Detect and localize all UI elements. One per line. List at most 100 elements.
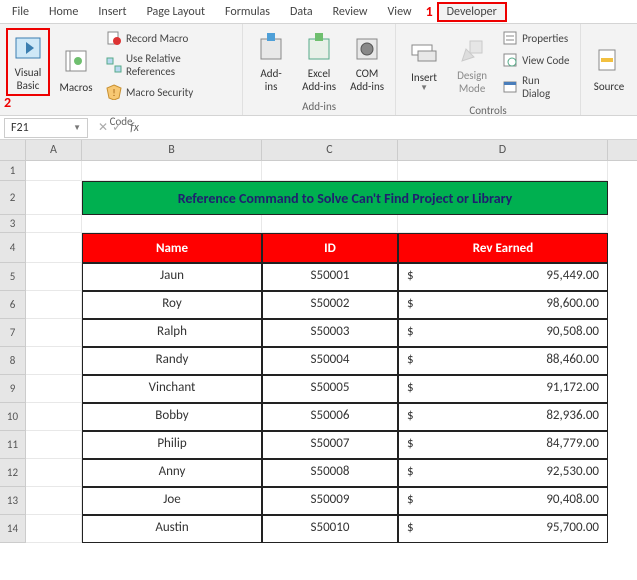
tab-view[interactable]: View [378,2,422,22]
cell-name[interactable]: Bobby [82,403,262,431]
cell-name[interactable]: Ralph [82,319,262,347]
cell[interactable] [26,263,82,291]
row-header[interactable]: 1 [0,161,26,181]
cell[interactable] [26,515,82,543]
cell[interactable] [26,375,82,403]
row-header[interactable]: 13 [0,487,26,515]
cell[interactable] [398,161,608,181]
column-header-B[interactable]: B [82,140,262,160]
cell-rev[interactable]: $82,936.00 [398,403,608,431]
cell[interactable] [26,347,82,375]
source-button[interactable]: Source [587,28,631,111]
tab-review[interactable]: Review [323,2,378,22]
cell-name[interactable]: Anny [82,459,262,487]
cell[interactable] [26,291,82,319]
tab-data[interactable]: Data [280,2,323,22]
cell[interactable] [398,215,608,233]
excel-addins-button[interactable]: Excel Add-ins [297,28,341,98]
cell-rev[interactable]: $88,460.00 [398,347,608,375]
cell-id[interactable]: S50007 [262,431,398,459]
row-header[interactable]: 4 [0,233,26,263]
cell[interactable] [82,215,262,233]
row-header[interactable]: 7 [0,319,26,347]
tab-home[interactable]: Home [39,2,88,22]
com-addins-button[interactable]: COM Add-ins [345,28,389,98]
row-header[interactable]: 14 [0,515,26,543]
cell[interactable] [26,487,82,515]
cell[interactable] [262,215,398,233]
cell[interactable] [82,161,262,181]
run-dialog-button[interactable]: Run Dialog [498,72,574,102]
cell-id[interactable]: S50004 [262,347,398,375]
enter-icon[interactable]: ✓ [112,120,122,135]
formula-input[interactable] [149,118,637,137]
row-header[interactable]: 11 [0,431,26,459]
cell[interactable] [26,403,82,431]
row-header[interactable]: 5 [0,263,26,291]
row-header[interactable]: 2 [0,181,26,215]
cell[interactable] [26,459,82,487]
name-box[interactable]: F21 ▼ [4,118,88,138]
cell[interactable] [26,431,82,459]
cell-id[interactable]: S50008 [262,459,398,487]
column-header-A[interactable]: A [26,140,82,160]
cell[interactable] [26,181,82,215]
chevron-down-icon[interactable]: ▼ [73,123,81,133]
cell-rev[interactable]: $90,408.00 [398,487,608,515]
cell[interactable] [262,161,398,181]
cell-name[interactable]: Philip [82,431,262,459]
tab-page-layout[interactable]: Page Layout [137,2,215,22]
row-header[interactable]: 12 [0,459,26,487]
row-header[interactable]: 6 [0,291,26,319]
cell-id[interactable]: S50005 [262,375,398,403]
fx-icon[interactable]: fx [126,121,143,135]
cell-rev[interactable]: $84,779.00 [398,431,608,459]
table-header-name[interactable]: Name [82,233,262,263]
cell[interactable] [26,161,82,181]
design-mode-button[interactable]: Design Mode [450,28,494,102]
tab-formulas[interactable]: Formulas [215,2,280,22]
cell-name[interactable]: Austin [82,515,262,543]
cell[interactable] [26,215,82,233]
cell-rev[interactable]: $95,700.00 [398,515,608,543]
row-header[interactable]: 3 [0,215,26,233]
cell-name[interactable]: Joe [82,487,262,515]
cell-rev[interactable]: $91,172.00 [398,375,608,403]
macro-security-button[interactable]: ! Macro Security [102,82,236,102]
tab-developer[interactable]: Developer [437,2,507,22]
column-header-D[interactable]: D [398,140,608,160]
cell-rev[interactable]: $90,508.00 [398,319,608,347]
row-header[interactable]: 10 [0,403,26,431]
cell-name[interactable]: Randy [82,347,262,375]
table-header-id[interactable]: ID [262,233,398,263]
insert-control-button[interactable]: Insert ▼ [402,28,446,102]
cell-id[interactable]: S50009 [262,487,398,515]
tab-insert[interactable]: Insert [88,2,136,22]
cell[interactable] [26,233,82,263]
cell-id[interactable]: S50006 [262,403,398,431]
row-header[interactable]: 9 [0,375,26,403]
use-relative-button[interactable]: Use Relative References [102,50,236,80]
row-header[interactable]: 8 [0,347,26,375]
select-all-corner[interactable] [0,140,26,160]
addins-button[interactable]: Add- ins [249,28,293,98]
cell-name[interactable]: Vinchant [82,375,262,403]
record-macro-button[interactable]: Record Macro [102,28,236,48]
macros-button[interactable]: Macros [54,28,98,113]
cell-id[interactable]: S50010 [262,515,398,543]
visual-basic-button[interactable]: Visual Basic [6,28,50,96]
cell-id[interactable]: S50002 [262,291,398,319]
view-code-button[interactable]: View Code [498,50,574,70]
cell[interactable] [26,319,82,347]
cell-rev[interactable]: $98,600.00 [398,291,608,319]
cell-rev[interactable]: $95,449.00 [398,263,608,291]
table-header-rev[interactable]: Rev Earned [398,233,608,263]
cell-rev[interactable]: $92,530.00 [398,459,608,487]
tab-file[interactable]: File [2,2,39,22]
cell-name[interactable]: Roy [82,291,262,319]
cancel-icon[interactable]: ✕ [98,120,108,135]
cell-id[interactable]: S50001 [262,263,398,291]
column-header-C[interactable]: C [262,140,398,160]
properties-button[interactable]: Properties [498,28,574,48]
cell-name[interactable]: Jaun [82,263,262,291]
